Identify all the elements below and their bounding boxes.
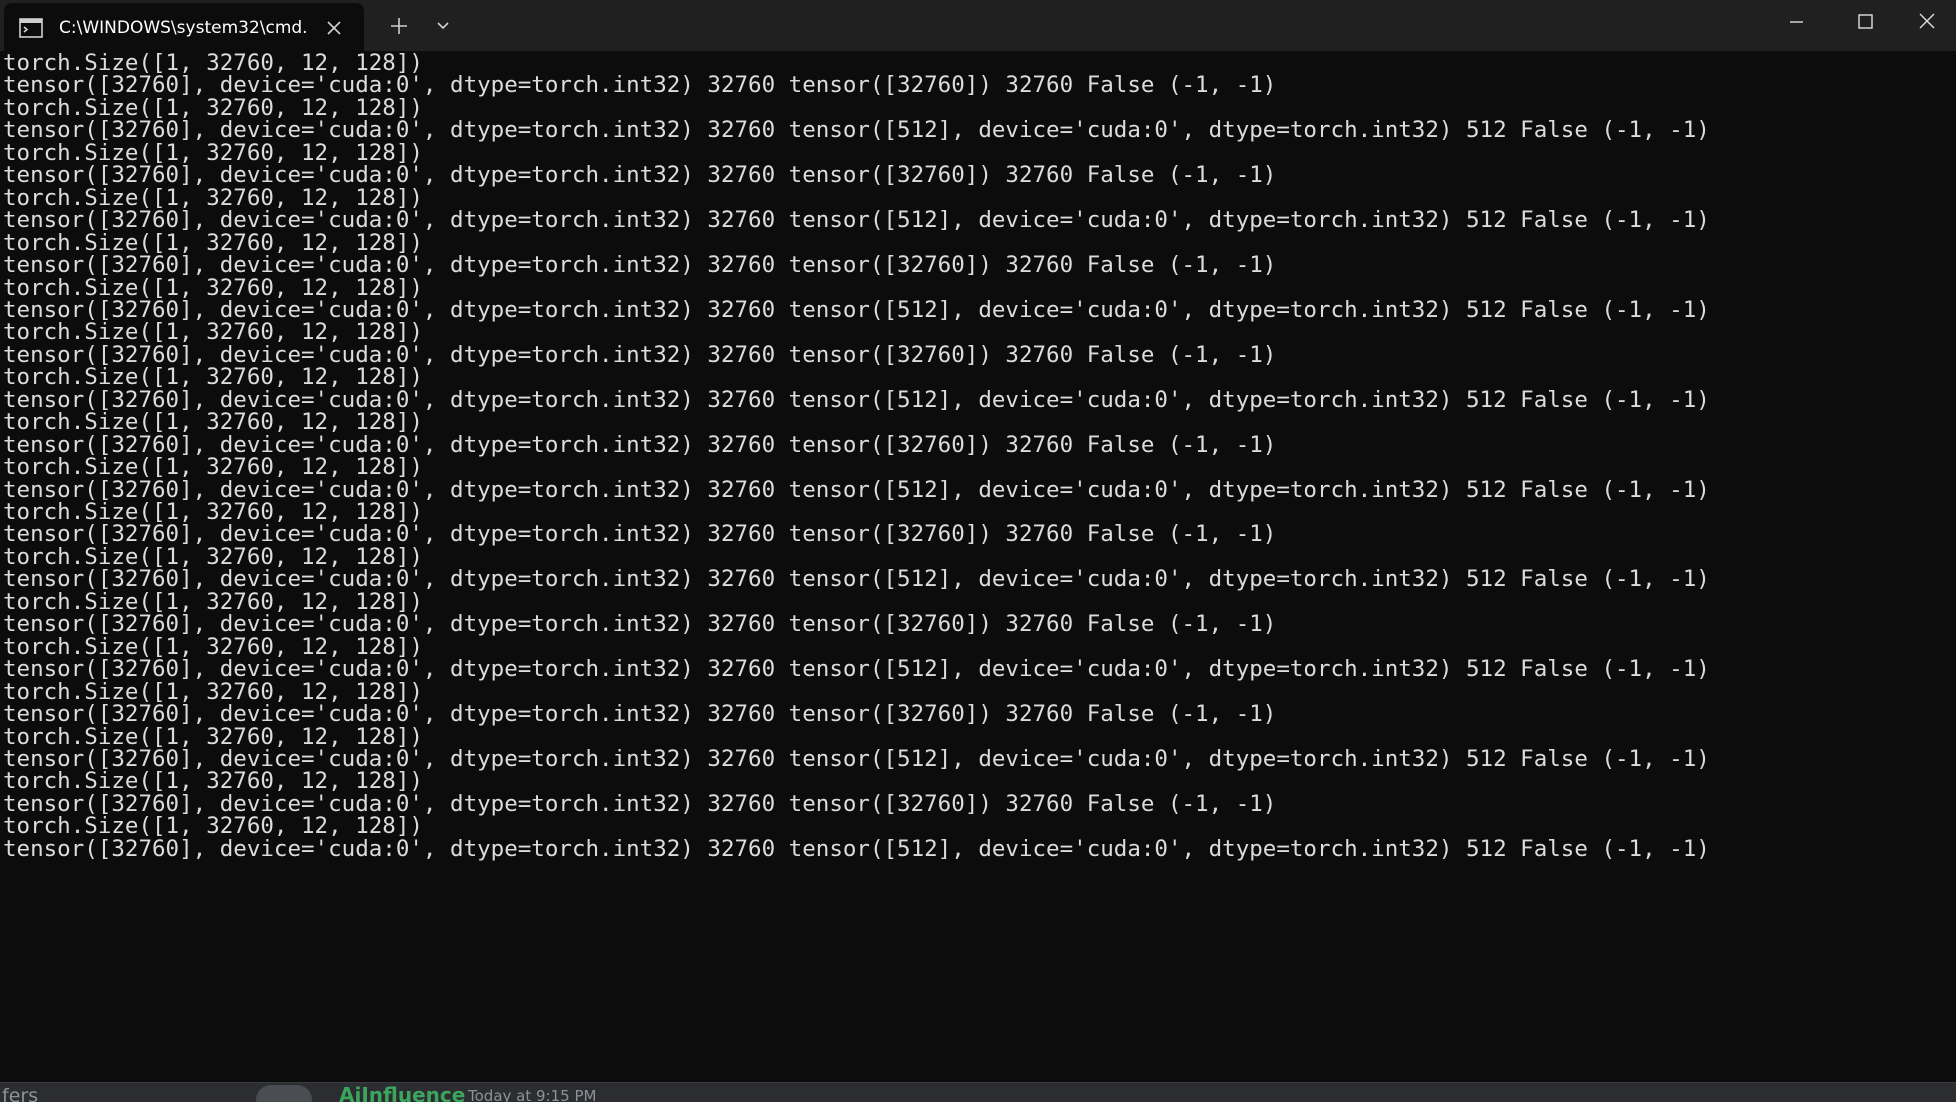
close-icon[interactable]	[1900, 0, 1956, 44]
background-app-strip: fers AiInfluence Today at 9:15 PM	[0, 1082, 1956, 1102]
minimize-icon[interactable]	[1762, 0, 1831, 44]
console-output[interactable]: torch.Size([1, 32760, 12, 128]) tensor([3…	[0, 51, 1956, 1082]
timestamp-label: Today at 9:15 PM	[468, 1087, 597, 1102]
plus-icon[interactable]	[383, 12, 415, 40]
console-line: tensor([32760], device='cuda:0', dtype=t…	[3, 835, 1710, 862]
username-label: AiInfluence	[339, 1083, 466, 1102]
tab-title: C:\WINDOWS\system32\cmd.	[59, 18, 308, 38]
terminal-icon	[19, 18, 43, 38]
background-text: fers	[2, 1085, 39, 1102]
tab-cmd[interactable]: C:\WINDOWS\system32\cmd.	[4, 3, 364, 51]
maximize-icon[interactable]	[1831, 0, 1900, 44]
title-bar: C:\WINDOWS\system32\cmd.	[0, 0, 1956, 51]
terminal-window: C:\WINDOWS\system32\cmd. torch.Size([1, …	[0, 0, 1956, 1102]
chevron-down-icon[interactable]	[427, 12, 459, 40]
avatar	[256, 1085, 312, 1102]
tab-close-icon[interactable]	[322, 16, 346, 40]
